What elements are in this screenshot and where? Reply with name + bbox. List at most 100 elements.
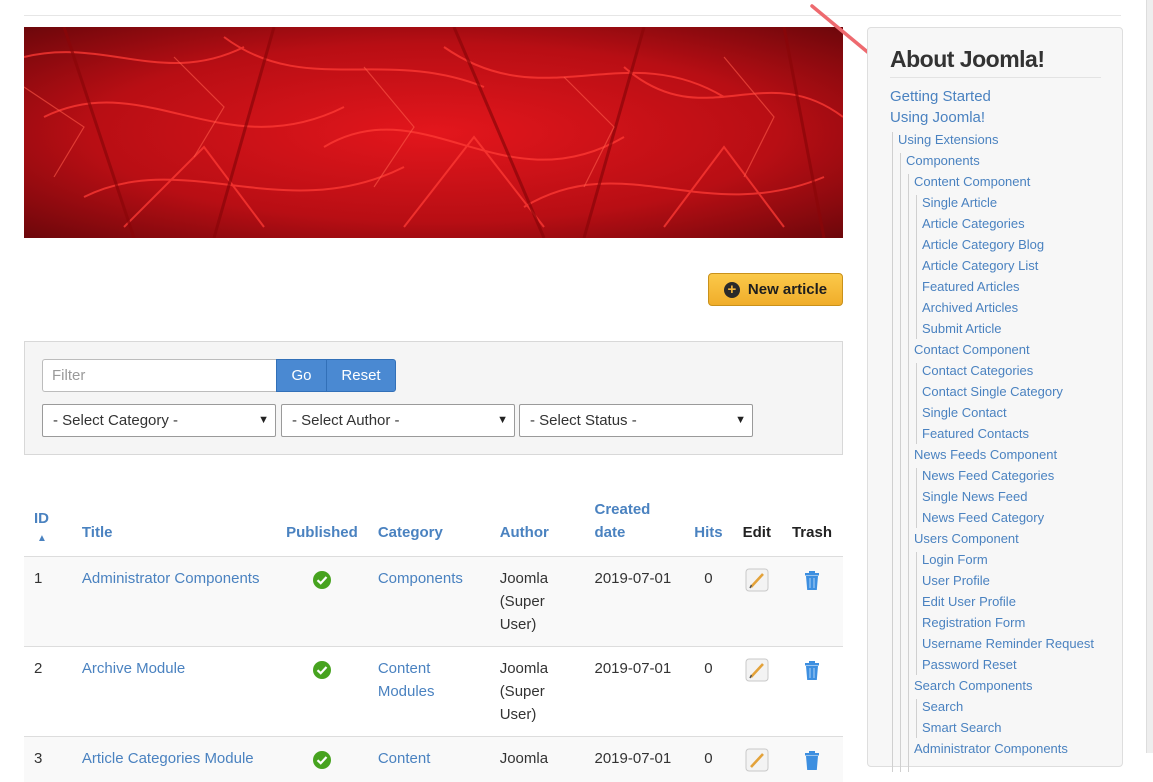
sidebar-item-news-feeds-component[interactable]: News Feeds Component [914,447,1057,462]
column-header-published[interactable]: Published [276,498,368,557]
sidebar-item-archived-articles[interactable]: Archived Articles [922,300,1018,315]
filter-panel: Go Reset - Select Category - ▼ - Select … [24,341,843,455]
sidebar-item-getting-started[interactable]: Getting Started [890,88,991,105]
sidebar-item-content-component[interactable]: Content Component [914,174,1030,189]
sidebar-item-featured-articles[interactable]: Featured Articles [922,279,1020,294]
row-id: 1 [24,557,72,647]
sidebar-item-edit-user-profile[interactable]: Edit User Profile [922,594,1016,609]
sidebar-item-username-reminder-request[interactable]: Username Reminder Request [922,636,1094,651]
published-check-icon [313,661,331,679]
table-row: 1 Administrator Components Components Jo… [24,557,843,647]
published-check-icon [313,571,331,589]
sidebar-item-login-form[interactable]: Login Form [922,552,988,567]
sidebar-item-news-feed-categories[interactable]: News Feed Categories [922,468,1054,483]
edit-pencil-icon [745,568,769,592]
sidebar-item-contact-categories[interactable]: Contact Categories [922,363,1033,378]
sidebar-item-contact-single-category[interactable]: Contact Single Category [922,384,1063,399]
row-author: Joomla [490,737,585,782]
edit-pencil-icon [745,748,769,772]
sidebar-item-search[interactable]: Search [922,699,963,714]
sidebar-item-article-categories[interactable]: Article Categories [922,216,1025,231]
published-check-icon [313,751,331,769]
sidebar-item-users-component[interactable]: Users Component [914,531,1019,546]
caret-down-icon: ▼ [497,414,508,426]
row-category-link[interactable]: Content Modules [368,647,490,737]
row-created-date: 2019-07-01 [584,557,684,647]
sidebar-item-news-feed-category[interactable]: News Feed Category [922,510,1044,525]
sidebar-item-user-profile[interactable]: User Profile [922,573,990,588]
column-header-id[interactable]: ID ▲ [24,498,72,557]
reset-button[interactable]: Reset [326,359,396,392]
sidebar-item-registration-form[interactable]: Registration Form [922,615,1025,630]
table-row: 2 Archive Module Content Modules Joomla … [24,647,843,737]
sidebar-item-components[interactable]: Components [906,153,980,168]
row-category-link[interactable]: Content [368,737,490,782]
sidebar-item-article-category-blog[interactable]: Article Category Blog [922,237,1044,252]
new-article-label: New article [748,281,827,298]
go-button[interactable]: Go [276,359,327,392]
column-header-created-date[interactable]: Created date [584,498,684,557]
filter-input[interactable] [42,359,276,392]
trash-icon [800,658,824,682]
caret-down-icon: ▼ [258,414,269,426]
status-select[interactable]: - Select Status - ▼ [519,404,753,437]
trash-icon [800,568,824,592]
top-divider [24,15,1121,16]
edit-button[interactable] [733,647,781,737]
tree-line [908,174,909,772]
sidebar-item-administrator-components[interactable]: Administrator Components [914,741,1068,756]
sidebar-item-search-components[interactable]: Search Components [914,678,1033,693]
category-select-value: - Select Category - [53,412,178,429]
column-header-title[interactable]: Title [72,498,276,557]
column-header-edit: Edit [733,498,781,557]
trash-button[interactable] [781,557,843,647]
trash-button[interactable] [781,647,843,737]
sidebar-title: About Joomla! [890,46,1101,78]
sidebar-item-single-contact[interactable]: Single Contact [922,405,1007,420]
author-select[interactable]: - Select Author - ▼ [281,404,515,437]
edit-button[interactable] [733,557,781,647]
edit-button[interactable] [733,737,781,782]
trash-icon [800,748,824,772]
published-toggle[interactable] [276,737,368,782]
header-id-label: ID [34,510,49,527]
sort-asc-icon: ▲ [37,534,62,544]
trash-button[interactable] [781,737,843,782]
row-title-link[interactable]: Archive Module [72,647,276,737]
sidebar-item-featured-contacts[interactable]: Featured Contacts [922,426,1029,441]
sidebar-item-contact-component[interactable]: Contact Component [914,342,1030,357]
sidebar-panel: About Joomla! Getting Started Using Joom… [867,27,1123,767]
category-select[interactable]: - Select Category - ▼ [42,404,276,437]
sidebar-item-single-news-feed[interactable]: Single News Feed [922,489,1028,504]
row-title-link[interactable]: Article Categories Module [72,737,276,782]
column-header-hits[interactable]: Hits [684,498,732,557]
sidebar-item-using-joomla[interactable]: Using Joomla! [890,109,985,126]
row-title-link[interactable]: Administrator Components [72,557,276,647]
sidebar-item-smart-search[interactable]: Smart Search [922,720,1001,735]
row-id: 2 [24,647,72,737]
tree-line [916,468,917,528]
tree-line [900,153,901,772]
sidebar-item-article-category-list[interactable]: Article Category List [922,258,1038,273]
published-toggle[interactable] [276,557,368,647]
column-header-author[interactable]: Author [490,498,585,557]
new-article-button[interactable]: + New article [708,273,843,306]
column-header-category[interactable]: Category [368,498,490,557]
plus-circle-icon: + [724,282,740,298]
sidebar-item-using-extensions[interactable]: Using Extensions [898,132,998,147]
tree-line [916,195,917,339]
row-author: Joomla (Super User) [490,557,585,647]
row-hits: 0 [684,647,732,737]
column-header-trash: Trash [781,498,843,557]
row-hits: 0 [684,557,732,647]
table-row: 3 Article Categories Module Content Joom… [24,737,843,782]
tree-line [916,363,917,444]
published-toggle[interactable] [276,647,368,737]
row-id: 3 [24,737,72,782]
status-select-value: - Select Status - [530,412,637,429]
tree-line [916,552,917,675]
sidebar-item-single-article[interactable]: Single Article [922,195,997,210]
sidebar-item-submit-article[interactable]: Submit Article [922,321,1001,336]
row-category-link[interactable]: Components [368,557,490,647]
sidebar-item-password-reset[interactable]: Password Reset [922,657,1017,672]
